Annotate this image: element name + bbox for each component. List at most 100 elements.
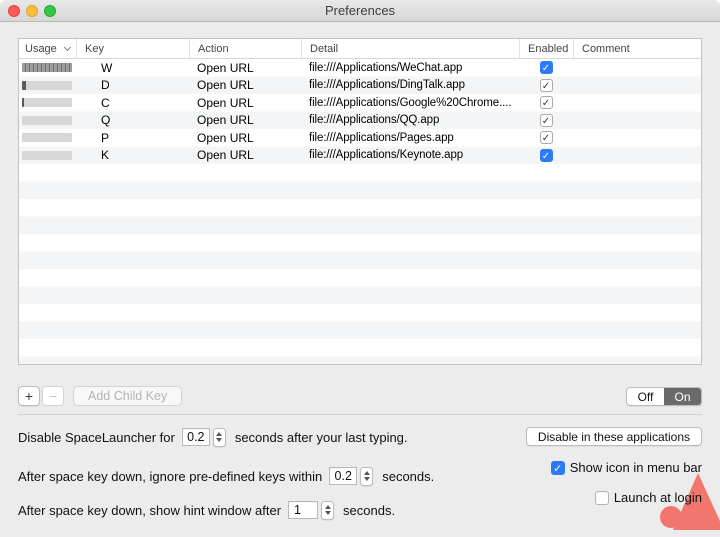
disable-for-stepper[interactable] [213,428,226,447]
row-key: P [76,129,189,147]
enabled-checkbox[interactable]: ✓ [540,114,553,127]
column-header-label: Action [198,43,229,55]
launch-login-checkbox[interactable] [595,491,609,505]
row-key: D [76,77,189,95]
row-detail: file:///Applications/Google%20Chrome.... [301,94,519,112]
enabled-checkbox[interactable]: ✓ [540,131,553,144]
row-action: Open URL [189,129,301,147]
traffic-lights [8,5,56,17]
stepper-up-icon[interactable] [325,505,331,509]
column-header-key[interactable]: Key [76,39,189,58]
row-comment [573,147,701,165]
table-row[interactable]: K Open URL file:///Applications/Keynote.… [19,147,701,165]
usage-bar-fill [22,98,24,107]
stepper-down-icon[interactable] [364,477,370,481]
minimize-button[interactable] [26,5,38,17]
hint-after-stepper[interactable] [321,501,334,520]
row-action: Open URL [189,94,301,112]
column-header-label: Enabled [528,43,568,55]
add-child-key-button[interactable]: Add Child Key [73,386,182,406]
enabled-checkbox[interactable]: ✓ [540,149,553,162]
onoff-segmented-control: Off On [626,387,702,406]
setting-hint-after: After space key down, show hint window a… [18,500,395,520]
stepper-up-icon[interactable] [216,432,222,436]
show-icon-label: Show icon in menu bar [570,460,702,475]
usage-bar [22,151,72,160]
column-header-action[interactable]: Action [189,39,301,58]
hint-after-value-field[interactable]: 1 [288,501,318,519]
row-action: Open URL [189,59,301,77]
column-header-label: Usage [25,43,57,55]
stepper-down-icon[interactable] [216,438,222,442]
table-row[interactable]: W Open URL file:///Applications/WeChat.a… [19,59,701,77]
section-divider [18,414,702,415]
usage-bar [22,98,72,107]
row-detail: file:///Applications/DingTalk.app [301,77,519,95]
table-row[interactable]: D Open URL file:///Applications/DingTalk… [19,77,701,95]
enabled-checkbox[interactable]: ✓ [540,79,553,92]
table-body: W Open URL file:///Applications/WeChat.a… [19,59,701,364]
usage-bar [22,133,72,142]
row-detail: file:///Applications/QQ.app [301,112,519,130]
table-row[interactable]: P Open URL file:///Applications/Pages.ap… [19,129,701,147]
row-key: Q [76,112,189,130]
show-icon-setting: ✓ Show icon in menu bar [551,460,702,475]
table-header: Usage Key Action Detail Enabled Comment [19,39,701,59]
stepper-up-icon[interactable] [364,471,370,475]
close-button[interactable] [8,5,20,17]
enabled-checkbox[interactable]: ✓ [540,96,553,109]
zoom-button[interactable] [44,5,56,17]
row-comment [573,59,701,77]
table-row[interactable]: Q Open URL file:///Applications/QQ.app ✓ [19,112,701,130]
table-row[interactable]: C Open URL file:///Applications/Google%2… [19,94,701,112]
launch-login-label: Launch at login [614,490,702,505]
usage-bar-fill [22,81,26,90]
disable-in-applications-button[interactable]: Disable in these applications [526,427,702,446]
column-header-label: Detail [310,43,338,55]
disable-for-value-field[interactable]: 0.2 [182,428,210,446]
row-key: K [76,147,189,165]
column-header-detail[interactable]: Detail [301,39,519,58]
ignore-within-value-field[interactable]: 0.2 [329,467,357,485]
usage-bar [22,63,72,72]
setting-prefix-label: After space key down, ignore pre-defined… [18,469,322,484]
row-action: Open URL [189,77,301,95]
row-comment [573,77,701,95]
usage-bar-fill [22,63,72,72]
setting-disable-for: Disable SpaceLauncher for 0.2 seconds af… [18,427,408,447]
remove-row-button[interactable]: − [42,386,64,406]
enabled-checkbox[interactable]: ✓ [540,61,553,74]
show-icon-checkbox[interactable]: ✓ [551,461,565,475]
setting-suffix-label: seconds. [382,469,434,484]
row-detail: file:///Applications/WeChat.app [301,59,519,77]
segment-on[interactable]: On [664,388,701,405]
add-row-button[interactable]: + [18,386,40,406]
segment-off[interactable]: Off [627,388,664,405]
usage-bar [22,116,72,125]
setting-suffix-label: seconds. [343,503,395,518]
column-header-usage[interactable]: Usage [19,39,76,58]
table-toolbar: + − Add Child Key [18,386,182,406]
row-comment [573,112,701,130]
setting-suffix-label: seconds after your last typing. [235,430,408,445]
row-comment [573,94,701,112]
ignore-within-stepper[interactable] [360,467,373,486]
usage-bar [22,81,72,90]
row-detail: file:///Applications/Keynote.app [301,147,519,165]
row-detail: file:///Applications/Pages.app [301,129,519,147]
stepper-down-icon[interactable] [325,511,331,515]
preferences-window: Preferences Usage Key Action Detail Enab… [0,0,720,537]
column-header-label: Key [85,43,104,55]
row-key: W [76,59,189,77]
sort-descending-icon [64,43,71,50]
column-header-comment[interactable]: Comment [573,39,701,58]
row-key: C [76,94,189,112]
column-header-enabled[interactable]: Enabled [519,39,573,58]
setting-prefix-label: Disable SpaceLauncher for [18,430,175,445]
window-title: Preferences [0,3,720,18]
launch-login-setting: Launch at login [595,490,702,505]
row-action: Open URL [189,147,301,165]
row-action: Open URL [189,112,301,130]
setting-ignore-within: After space key down, ignore pre-defined… [18,466,434,486]
shortcuts-table: Usage Key Action Detail Enabled Comment [18,38,702,365]
